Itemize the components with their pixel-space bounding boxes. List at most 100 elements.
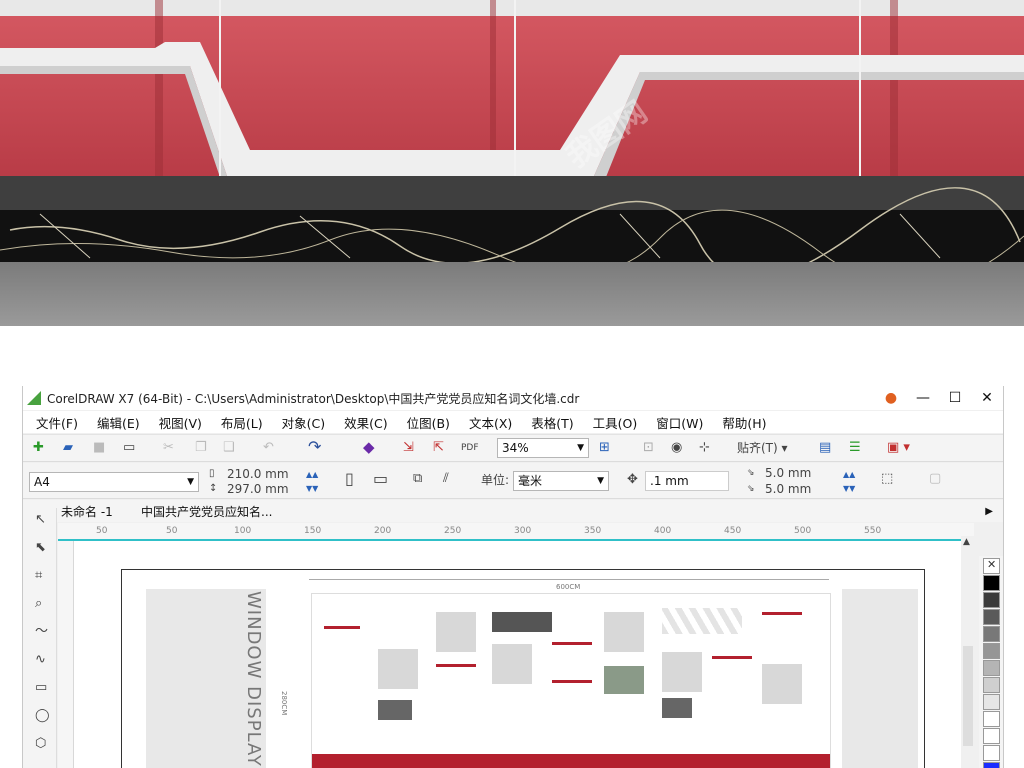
property-bar: A4 ▼ ▯ 210.0 mm ↕ 297.0 mm ▲▲ ▼▼ ▯ ▭ ⧉ ⫽…: [23, 463, 1003, 499]
ruler-label: 100: [234, 526, 252, 536]
view-eye-icon[interactable]: ◉: [671, 440, 682, 456]
paste-icon[interactable]: ❑: [223, 440, 235, 456]
zoom-level-select[interactable]: 34% ▼: [497, 438, 589, 458]
polygon-tool-icon[interactable]: ⬡: [35, 736, 46, 752]
scroll-tabs-right-icon[interactable]: ▶: [985, 504, 993, 520]
width-dimension-label: 600CM: [556, 583, 581, 591]
freehand-tool-icon[interactable]: 〜: [35, 624, 48, 640]
menu-tools[interactable]: 工具(O): [593, 413, 638, 432]
photo-thumbnail: [378, 700, 412, 720]
vertical-scrollbar[interactable]: ▲: [961, 536, 975, 768]
export-icon[interactable]: ⇱: [433, 440, 444, 456]
page-height-field[interactable]: 297.0 mm: [227, 481, 289, 497]
all-pages-icon[interactable]: ⧉: [413, 471, 422, 487]
minimize-button[interactable]: —: [907, 390, 939, 406]
ruler-label: 200: [374, 526, 392, 536]
horizontal-ruler: 50 50 100 150 200 250 300 350 400 450 50…: [58, 523, 974, 541]
show-rulers-icon[interactable]: ⊡: [643, 440, 654, 456]
color-swatch[interactable]: [983, 745, 1000, 761]
new-document-icon[interactable]: ✚: [33, 440, 44, 456]
shape-tool-icon[interactable]: ⬉: [35, 540, 46, 556]
no-fill-swatch[interactable]: ✕: [983, 558, 1000, 574]
color-swatch[interactable]: [983, 626, 1000, 642]
treat-as-filled-icon[interactable]: ⬚: [881, 471, 893, 487]
ruler-label: 500: [794, 526, 812, 536]
units-select[interactable]: 毫米 ▼: [513, 471, 609, 491]
page-size-select[interactable]: A4 ▼: [29, 472, 199, 492]
options-icon[interactable]: ▤: [819, 440, 831, 456]
side-panel-right: [842, 589, 918, 768]
menu-file[interactable]: 文件(F): [36, 413, 78, 432]
crop-tool-icon[interactable]: ⌗: [35, 568, 42, 584]
duplicate-x-field[interactable]: 5.0 mm: [765, 465, 811, 481]
menu-help[interactable]: 帮助(H): [722, 413, 766, 432]
height-dimension-label: 280CM: [280, 691, 288, 716]
portrait-icon[interactable]: ▯: [345, 471, 354, 487]
color-swatch[interactable]: [983, 660, 1000, 676]
rectangle-tool-icon[interactable]: ▭: [35, 680, 47, 696]
nudge-icon: ✥: [627, 472, 638, 487]
welcome-screen-icon[interactable]: ▣ ▾: [887, 440, 910, 456]
photo-thumbnail: [604, 666, 644, 694]
current-page-icon[interactable]: ⫽: [443, 471, 449, 487]
artistic-media-icon[interactable]: ∿: [35, 652, 46, 668]
menu-object[interactable]: 对象(C): [282, 413, 325, 432]
copy-icon[interactable]: ❐: [195, 440, 207, 456]
nudge-distance-field[interactable]: .1 mm: [645, 471, 729, 491]
toolbox: ↖ ⬉ ⌗ ⌕ 〜 ∿ ▭ ◯ ⬡: [23, 508, 57, 768]
import-icon[interactable]: ⇲: [403, 440, 414, 456]
color-swatch[interactable]: [983, 643, 1000, 659]
save-icon[interactable]: ■: [93, 440, 105, 456]
page-frame-icon[interactable]: ▢: [929, 471, 941, 487]
ellipse-tool-icon[interactable]: ◯: [35, 708, 50, 724]
menu-text[interactable]: 文本(X): [469, 413, 512, 432]
maximize-button[interactable]: ☐: [939, 390, 971, 406]
color-swatch[interactable]: [983, 762, 1000, 768]
color-swatch[interactable]: [983, 711, 1000, 727]
menu-view[interactable]: 视图(V): [159, 413, 202, 432]
spin-down-icon[interactable]: ▼▼: [843, 481, 855, 497]
pick-tool-icon[interactable]: ↖: [35, 512, 46, 528]
window-display-text: WINDOW DISPLAY: [243, 591, 264, 767]
culture-wall-artboard[interactable]: [311, 593, 831, 768]
menu-effects[interactable]: 效果(C): [344, 413, 387, 432]
drawing-canvas[interactable]: WINDOW DISPLAY 600CM 280CM: [74, 541, 961, 768]
ruler-label: 300: [514, 526, 532, 536]
color-swatch[interactable]: [983, 575, 1000, 591]
scroll-up-icon[interactable]: ▲: [963, 534, 970, 550]
full-screen-icon[interactable]: ⊞: [599, 440, 610, 456]
user-icon[interactable]: ●: [875, 390, 907, 406]
application-launcher-icon[interactable]: ☰: [849, 440, 861, 456]
tab-untitled[interactable]: 未命名 -1: [61, 504, 113, 520]
menu-table[interactable]: 表格(T): [531, 413, 573, 432]
undo-icon[interactable]: ↶: [263, 440, 274, 456]
tab-current-document[interactable]: 中国共产党党员应知名...: [141, 504, 272, 520]
snap-to-button[interactable]: 贴齐(T) ▾: [737, 440, 788, 456]
print-icon[interactable]: ▭: [123, 440, 135, 456]
guidelines-icon[interactable]: ⊹: [699, 440, 710, 456]
cut-icon[interactable]: ✂: [163, 440, 174, 456]
corel-connect-icon[interactable]: ◆: [363, 439, 375, 455]
close-button[interactable]: ✕: [971, 390, 1003, 406]
color-swatch[interactable]: [983, 609, 1000, 625]
standard-toolbar: ✚ ▰ ■ ▭ ✂ ❐ ❑ ↶ ↷ ◆ ⇲ ⇱ PDF 34% ▼ ⊞ ⊡ ◉ …: [23, 434, 1003, 462]
page-height-icon: ↕: [209, 483, 218, 494]
open-folder-icon[interactable]: ▰: [63, 440, 73, 456]
page-width-field[interactable]: 210.0 mm: [227, 466, 289, 482]
ruler-label: 50: [96, 526, 108, 536]
redo-icon[interactable]: ↷: [308, 439, 321, 455]
landscape-icon[interactable]: ▭: [373, 471, 388, 487]
pdf-icon[interactable]: PDF: [461, 440, 479, 456]
color-swatch[interactable]: [983, 677, 1000, 693]
menu-layout[interactable]: 布局(L): [221, 413, 263, 432]
duplicate-y-field[interactable]: 5.0 mm: [765, 481, 811, 497]
menu-edit[interactable]: 编辑(E): [97, 413, 140, 432]
scrollbar-thumb[interactable]: [963, 646, 973, 746]
color-swatch[interactable]: [983, 592, 1000, 608]
menu-bitmaps[interactable]: 位图(B): [407, 413, 450, 432]
menu-window[interactable]: 窗口(W): [656, 413, 703, 432]
spin-down-icon[interactable]: ▼▼: [306, 481, 318, 497]
zoom-tool-icon[interactable]: ⌕: [35, 596, 42, 612]
color-swatch[interactable]: [983, 694, 1000, 710]
color-swatch[interactable]: [983, 728, 1000, 744]
